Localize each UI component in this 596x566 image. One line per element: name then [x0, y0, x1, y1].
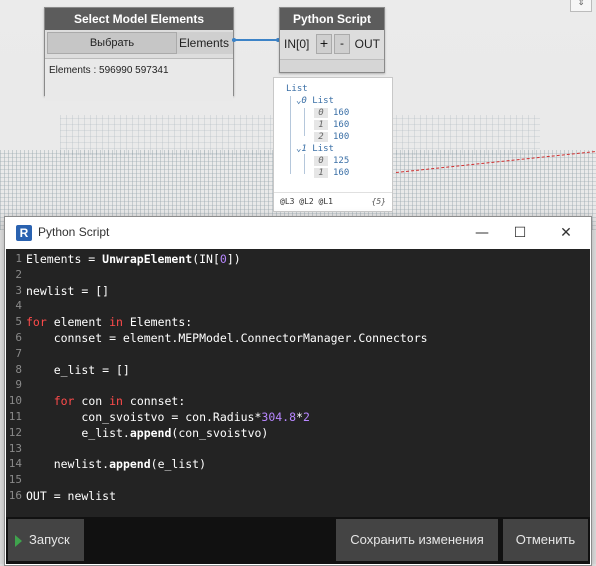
- code-line[interactable]: 13: [6, 441, 590, 457]
- code-editor[interactable]: 1 Elements = UnwrapElement(IN[0]) 2 3 newlis…: [6, 249, 590, 517]
- button-bar: Запуск Сохранить изменения Отменить: [6, 517, 590, 564]
- list-levels[interactable]: @L3 @L2 @L1: [280, 193, 333, 211]
- input-port-in0[interactable]: IN[0]: [280, 37, 314, 51]
- code-line[interactable]: 15: [6, 472, 590, 488]
- revit-logo-icon: R: [16, 225, 32, 241]
- select-button[interactable]: Выбрать: [47, 32, 177, 54]
- elements-info: Elements : 596990 597341: [45, 58, 233, 101]
- minimize-icon[interactable]: —: [467, 221, 497, 245]
- connector-wire[interactable]: [232, 38, 280, 42]
- node-title: Select Model Elements: [45, 8, 233, 30]
- code-line[interactable]: 11 con_svoistvo = con.Radius*304.8*2: [6, 409, 590, 425]
- code-line[interactable]: 7: [6, 346, 590, 362]
- window-titlebar[interactable]: R Python Script — ☐ ✕: [5, 217, 591, 249]
- line-number: 1: [15, 252, 22, 265]
- group-index: 0: [301, 96, 307, 106]
- list-item: 0 125: [314, 156, 349, 166]
- preview-footer: @L3 @L2 @L1 {5}: [274, 192, 392, 211]
- code-text: Elements = UnwrapElement(IN[0]): [26, 252, 241, 266]
- run-button[interactable]: Запуск: [8, 519, 84, 561]
- run-label: Запуск: [29, 532, 70, 547]
- tree-line: [290, 96, 291, 174]
- line-number: 7: [15, 346, 22, 360]
- line-number: 14: [8, 457, 22, 471]
- node-preview: List ⌄0 List 0 160 1 160 2 100 ⌄1 List 0 125…: [273, 77, 393, 212]
- code-line[interactable]: 6 connset = element.MEPModel.ConnectorMa…: [6, 330, 590, 346]
- group-index: 1: [301, 144, 307, 154]
- preview-group-1[interactable]: ⌄1 List: [296, 144, 334, 154]
- code-line[interactable]: 10 for con in connset:: [6, 393, 590, 409]
- tree-line: [304, 108, 305, 136]
- code-line[interactable]: 4: [6, 298, 590, 314]
- code-line[interactable]: 5 for element in Elements:: [6, 314, 590, 330]
- line-number: 16: [8, 489, 22, 502]
- code-text: for con in connset:: [53, 394, 186, 409]
- save-changes-button[interactable]: Сохранить изменения: [336, 519, 498, 561]
- code-text: e_list = []: [26, 362, 130, 377]
- line-number: 8: [15, 362, 22, 376]
- output-port-out[interactable]: OUT: [355, 37, 384, 51]
- code-text: newlist.append(e_list): [26, 457, 207, 472]
- remove-input-button[interactable]: -: [334, 34, 350, 54]
- list-item: 0 160: [314, 108, 349, 118]
- group-label: List: [312, 96, 334, 106]
- line-number: 4: [15, 299, 22, 313]
- window-title: Python Script: [38, 225, 110, 239]
- line-number: 13: [8, 441, 22, 455]
- code-line[interactable]: 3 newlist = []: [6, 283, 590, 299]
- python-script-window[interactable]: R Python Script — ☐ ✕ 1 Elements = Unwrap…: [4, 216, 592, 566]
- select-model-elements-node[interactable]: Select Model Elements Выбрать Elements E…: [44, 7, 234, 101]
- line-number: 12: [8, 425, 22, 439]
- node-title: Python Script: [280, 8, 384, 30]
- list-item: 1 160: [314, 168, 349, 178]
- code-text: connset = element.MEPModel.ConnectorMana…: [26, 331, 428, 345]
- python-script-node[interactable]: Python Script IN[0] + - OUT: [279, 7, 385, 73]
- line-number: 10: [8, 394, 22, 408]
- code-text: con_svoistvo = con.Radius*304.8*2: [26, 410, 310, 424]
- code-text: for element in Elements:: [26, 315, 193, 330]
- code-text: newlist = []: [26, 283, 110, 298]
- expand-icon[interactable]: ⇕: [570, 0, 592, 12]
- preview-group-0[interactable]: ⌄0 List: [296, 96, 334, 106]
- code-line[interactable]: 16 OUT = newlist: [6, 488, 590, 504]
- line-number: 6: [15, 331, 22, 344]
- play-icon: [15, 534, 22, 547]
- code-text: OUT = newlist: [26, 489, 117, 503]
- line-number: 5: [15, 315, 22, 329]
- preview-root-label: List: [286, 84, 308, 94]
- line-number: 11: [8, 410, 22, 423]
- code-line[interactable]: 12 e_list.append(con_svoistvo): [6, 425, 590, 441]
- list-item: 1 160: [314, 120, 349, 130]
- node-footer: [280, 59, 384, 72]
- code-line[interactable]: 14 newlist.append(e_list): [6, 456, 590, 472]
- list-item: 2 100: [314, 132, 349, 142]
- code-line[interactable]: 8 e_list = []: [6, 362, 590, 378]
- tree-line: [304, 154, 305, 174]
- code-text: e_list.append(con_svoistvo): [26, 425, 269, 440]
- line-number: 2: [15, 267, 22, 281]
- item-count: {5}: [371, 197, 386, 206]
- elements-output-port[interactable]: Elements: [177, 32, 233, 54]
- line-number: 9: [15, 378, 22, 392]
- line-number: 15: [8, 473, 22, 487]
- code-line[interactable]: 2: [6, 267, 590, 283]
- cancel-button[interactable]: Отменить: [503, 519, 588, 561]
- maximize-icon[interactable]: ☐: [505, 221, 535, 245]
- group-label: List: [312, 144, 334, 154]
- add-input-button[interactable]: +: [316, 34, 332, 54]
- close-icon[interactable]: ✕: [551, 221, 581, 245]
- code-line[interactable]: 9: [6, 377, 590, 393]
- line-number: 3: [15, 283, 22, 297]
- code-line[interactable]: 1 Elements = UnwrapElement(IN[0]): [6, 251, 590, 267]
